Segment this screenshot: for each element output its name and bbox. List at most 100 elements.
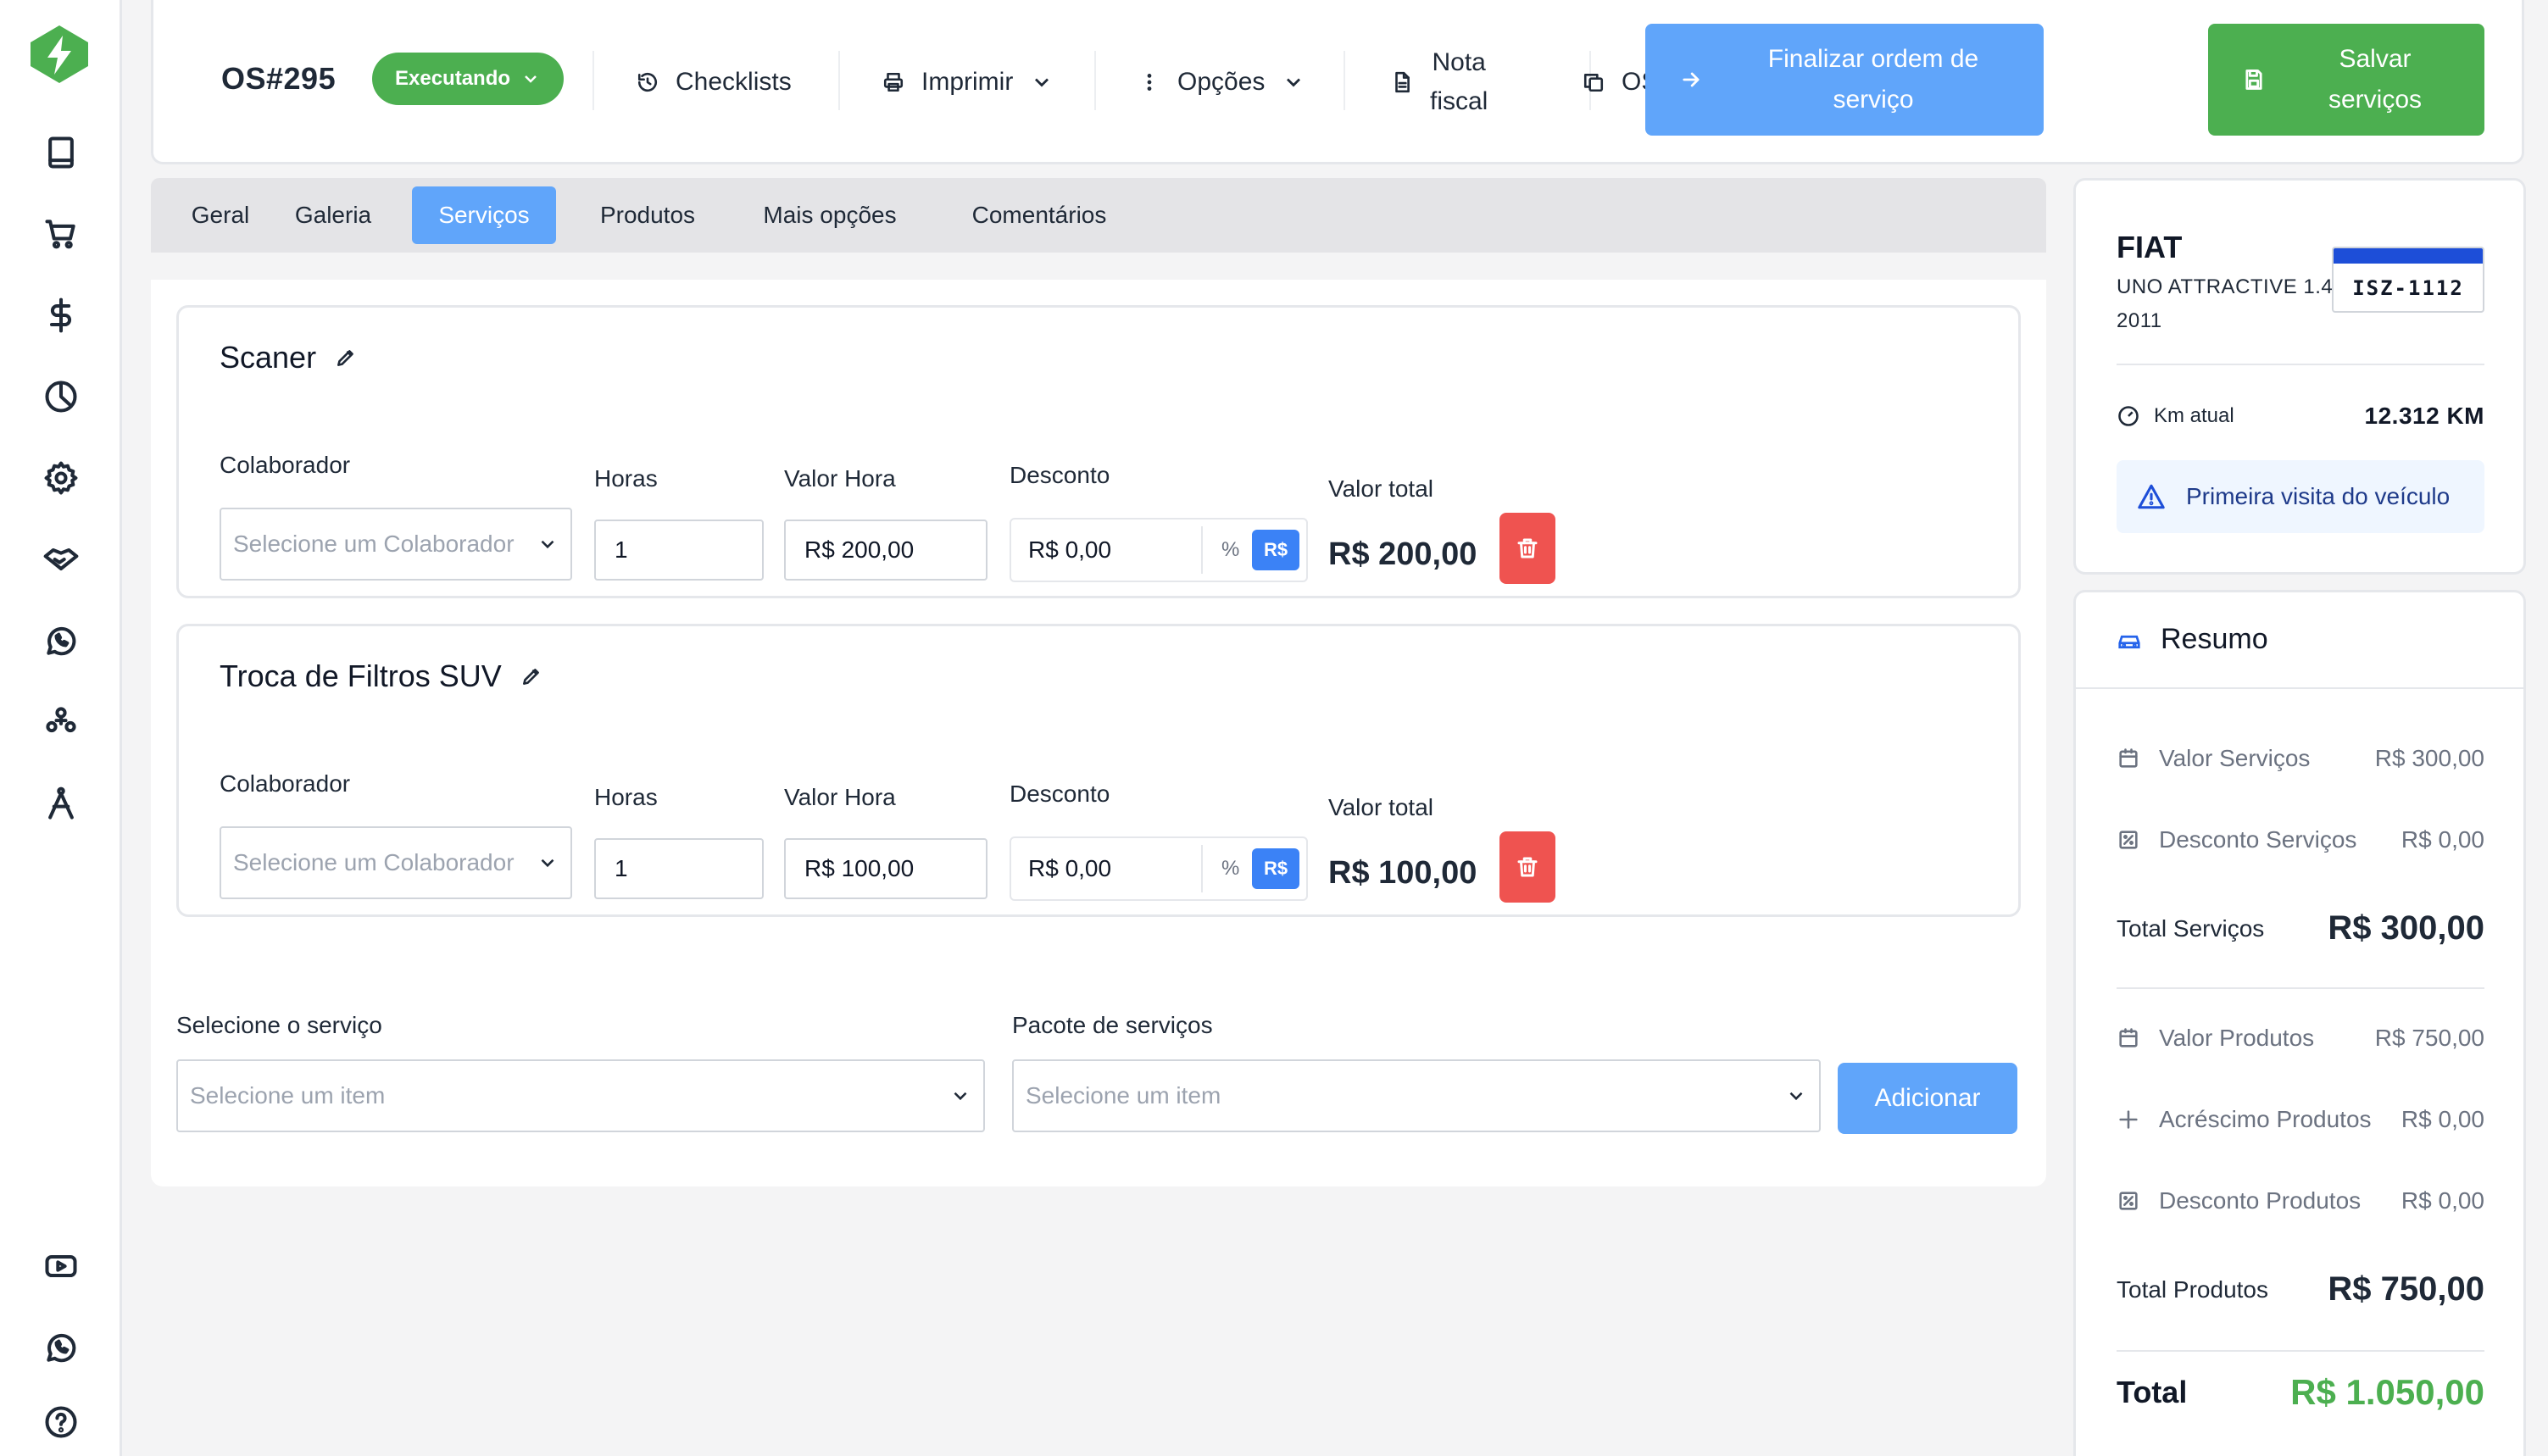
service-select[interactable]: Selecione um item (176, 1059, 985, 1132)
printer-icon (883, 72, 904, 92)
desconto-field: R$ 0,00 % R$ (1010, 518, 1308, 582)
currency-toggle[interactable]: R$ (1252, 530, 1299, 570)
colaborador-select[interactable]: Selecione um Colaborador (220, 826, 572, 899)
save-label-2: serviços (2328, 86, 2423, 114)
handshake-icon[interactable] (37, 536, 85, 583)
select-service-label: Selecione o serviço (176, 1012, 382, 1038)
valor-hora-input[interactable]: R$ 200,00 (784, 520, 987, 581)
km-label: Km atual (2154, 404, 2234, 427)
options-label: Opções (1177, 68, 1266, 96)
horas-label: Horas (594, 784, 658, 810)
finalize-label-2: serviço (1833, 86, 1914, 114)
calendar-icon (2119, 748, 2138, 768)
plate-number: ISZ-1112 (2352, 276, 2464, 300)
horas-input[interactable]: 1 (594, 520, 764, 581)
km-value: 12.312 KM (2364, 403, 2484, 429)
dollar-icon[interactable] (37, 292, 85, 339)
license-plate: ISZ-1112 (2332, 247, 2484, 313)
pencil-icon[interactable] (335, 347, 357, 369)
youtube-icon[interactable] (37, 1242, 85, 1290)
tab-comentarios[interactable]: Comentários (937, 186, 1141, 244)
colaborador-label: Colaborador (220, 452, 351, 478)
percent-icon (2119, 1192, 2138, 1210)
delete-service-button[interactable] (1499, 513, 1555, 584)
summary-row: Desconto Serviços R$ 0,00 (2117, 826, 2484, 853)
pie-chart-icon[interactable] (37, 373, 85, 420)
book-icon[interactable] (37, 129, 85, 176)
desconto-produtos-label: Desconto Produtos (2159, 1187, 2362, 1214)
desconto-input[interactable]: R$ 0,00 (1028, 838, 1111, 899)
checklists-label: Checklists (676, 68, 792, 96)
package-select[interactable]: Selecione um item (1012, 1059, 1821, 1132)
nota-label-1: Nota (1432, 48, 1486, 76)
desconto-input[interactable]: R$ 0,00 (1028, 520, 1111, 581)
calendar-icon (2119, 1028, 2138, 1048)
chevron-down-icon (1287, 78, 1301, 87)
package-placeholder: Selecione um item (1026, 1082, 1221, 1109)
service-title: Scaner (220, 340, 357, 375)
status-dropdown[interactable]: Executando (372, 53, 564, 105)
save-services-button[interactable]: Salvar serviços (2208, 24, 2484, 136)
colaborador-select[interactable]: Selecione um Colaborador (220, 508, 572, 581)
summary-header: Resumo (2117, 623, 2268, 656)
colaborador-placeholder: Selecione um Colaborador (233, 849, 515, 875)
cart-icon[interactable] (37, 210, 85, 258)
tab-produtos[interactable]: Produtos (571, 186, 724, 244)
horas-input[interactable]: 1 (594, 838, 764, 899)
chevron-down-icon (1789, 1092, 1803, 1101)
nota-label-2: fiscal (1430, 87, 1488, 115)
valor-servicos-value: R$ 300,00 (2374, 745, 2484, 771)
brand-logo-icon[interactable] (25, 24, 93, 85)
users-icon[interactable] (37, 698, 85, 746)
tab-geral[interactable]: Geral (176, 186, 264, 244)
save-icon (2245, 69, 2262, 90)
trash-icon (1517, 538, 1538, 559)
service-placeholder: Selecione um item (190, 1082, 386, 1109)
summary-title: Resumo (2161, 623, 2268, 655)
print-dropdown[interactable]: Imprimir (882, 0, 1054, 164)
tab-galeria[interactable]: Galeria (278, 186, 388, 244)
options-dropdown[interactable]: Opções (1138, 0, 1305, 164)
sidebar (0, 0, 122, 1456)
percent-toggle[interactable]: % (1221, 838, 1239, 899)
whatsapp-icon[interactable] (37, 617, 85, 664)
compass-icon[interactable] (37, 780, 85, 827)
more-vertical-icon (1147, 74, 1152, 91)
arrow-right-icon (1683, 72, 1700, 87)
percent-toggle[interactable]: % (1221, 520, 1239, 581)
alert-text: Primeira visita do veículo (2186, 483, 2451, 509)
add-service-button[interactable]: Adicionar (1838, 1063, 2017, 1134)
save-label-1: Salvar (2339, 45, 2412, 73)
total-produtos-label: Total Produtos (2117, 1275, 2268, 1303)
valor-produtos-value: R$ 750,00 (2374, 1025, 2484, 1051)
history-icon (637, 72, 658, 92)
checklists-button[interactable]: Checklists (637, 0, 792, 164)
whatsapp-icon[interactable] (37, 1324, 85, 1371)
document-icon (1395, 71, 1410, 93)
car-icon (2118, 635, 2140, 648)
help-icon[interactable] (37, 1398, 85, 1446)
copy-icon (1583, 74, 1604, 92)
service-card: Scaner Colaborador Selecione um Colabora… (176, 305, 2021, 598)
service-card: Troca de Filtros SUV Colaborador Selecio… (176, 624, 2021, 917)
print-label: Imprimir (921, 68, 1014, 96)
tab-servicos[interactable]: Serviços (412, 186, 556, 244)
warning-icon (2138, 484, 2165, 509)
first-visit-alert: Primeira visita do veículo (2117, 460, 2484, 533)
vehicle-card: FIAT UNO ATTRACTIVE 1.4 2011 ISZ-1112 Km… (2073, 178, 2526, 575)
chevron-down-icon (1035, 78, 1049, 87)
chevron-down-icon (525, 75, 537, 83)
valor-hora-input[interactable]: R$ 100,00 (784, 838, 987, 899)
pencil-icon[interactable] (520, 665, 542, 687)
currency-toggle[interactable]: R$ (1252, 848, 1299, 889)
plus-icon (2119, 1110, 2138, 1129)
service-total: R$ 100,00 (1328, 855, 1477, 891)
vehicle-model: UNO ATTRACTIVE 1.4 (2117, 275, 2334, 298)
gear-icon[interactable] (37, 454, 85, 502)
finalize-order-button[interactable]: Finalizar ordem de serviço (1645, 24, 2044, 136)
chevron-down-icon (541, 540, 554, 549)
nota-fiscal-button[interactable]: Nota fiscal (1391, 0, 1488, 164)
horas-label: Horas (594, 465, 658, 492)
tab-mais-opcoes[interactable]: Mais opções (736, 186, 924, 244)
delete-service-button[interactable] (1499, 831, 1555, 903)
